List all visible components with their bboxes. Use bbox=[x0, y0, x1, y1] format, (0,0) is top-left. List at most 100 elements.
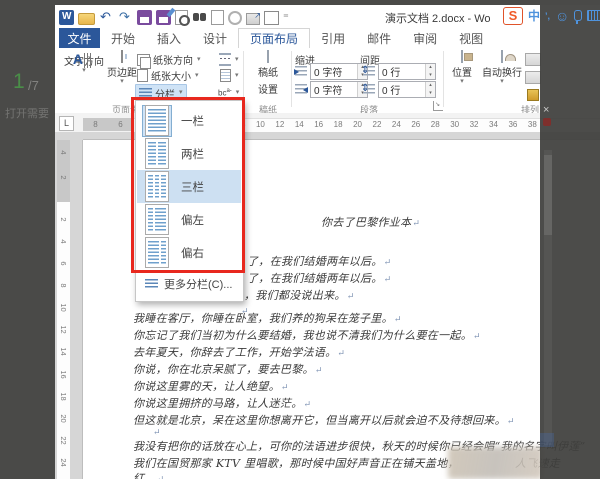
breaks-button[interactable]: ▾ bbox=[219, 52, 239, 67]
qat-icon[interactable] bbox=[175, 10, 188, 25]
spacing-after-input[interactable]: 0 行▴▾ bbox=[378, 81, 436, 98]
scroll-corner bbox=[540, 433, 554, 447]
paper-size-button[interactable]: 纸张大小 ▾ bbox=[137, 68, 199, 83]
ribbon-tab[interactable]: 设计 bbox=[192, 28, 238, 48]
align-objects-icon[interactable] bbox=[527, 89, 539, 101]
viewer-logo-icon bbox=[543, 118, 551, 126]
viewer-hint-text: 打开需要 bbox=[5, 105, 49, 121]
chevron-down-icon: ▾ bbox=[479, 79, 525, 85]
vertical-ruler-margin-numbers: 42 bbox=[57, 148, 70, 182]
text-line: 了，在我们结婚两年以后。↵ bbox=[247, 253, 391, 269]
ribbon-tab[interactable]: 邮件 bbox=[356, 28, 402, 48]
indent-left-icon bbox=[295, 66, 307, 78]
closing-line-3: 红。↵ bbox=[133, 470, 164, 479]
spacing-before-input[interactable]: 0 行▴▾ bbox=[378, 63, 436, 80]
chevron-down-icon: ▾ bbox=[107, 79, 137, 85]
ruler-numbers: 8101214161820222426283032343638 bbox=[241, 120, 537, 129]
ribbon-tab[interactable]: 插入 bbox=[146, 28, 192, 48]
paper-size-label: 纸张大小 bbox=[151, 68, 191, 83]
blurred-watermark-patch bbox=[448, 447, 543, 479]
orientation-button[interactable]: 纸张方向 ▾ bbox=[137, 52, 201, 67]
vertical-ruler: 42 24681012141618202224 bbox=[57, 140, 70, 479]
text-line: 你忘记了我们当初为什么要结婚，我也说不清我们为什么要在一起。↵ bbox=[133, 327, 515, 344]
stepper[interactable]: ▴▾ bbox=[425, 82, 435, 97]
position-button[interactable]: 位置 ▾ bbox=[447, 51, 477, 85]
keyboard-icon[interactable] bbox=[587, 10, 600, 21]
indent-left-input[interactable]: 0 字符▴▾ bbox=[310, 63, 368, 80]
close-icon[interactable]: × bbox=[543, 104, 549, 116]
qat-icon[interactable] bbox=[99, 10, 114, 25]
body-paragraph: 我睡在客厅，你睡在卧室，我们养的狗呆在笼子里。↵你忘记了我们当初为什么要结婚，我… bbox=[133, 310, 515, 429]
ime-emoji-icon[interactable]: ☺ bbox=[555, 9, 569, 23]
qat-icon[interactable] bbox=[283, 10, 298, 25]
group-separator bbox=[291, 51, 292, 107]
position-icon bbox=[461, 50, 463, 63]
spacing-after-icon bbox=[363, 84, 375, 96]
chevron-down-icon: ▾ bbox=[197, 57, 201, 63]
wrap-text-button[interactable]: 自动换行 ▾ bbox=[479, 51, 525, 85]
ime-language-mode[interactable]: 中 bbox=[528, 7, 540, 24]
document-title: 演示文档 2.docx - Wo bbox=[385, 10, 491, 26]
qat-icon[interactable] bbox=[192, 11, 207, 26]
qat-icon[interactable] bbox=[156, 10, 171, 25]
ribbon-tab[interactable]: 引用 bbox=[310, 28, 356, 48]
microphone-icon[interactable] bbox=[574, 10, 582, 21]
qat-icon[interactable] bbox=[228, 11, 242, 25]
text-line: 但这就是北京，呆在这里你想离开它，但当离开以后就会迫不及待想回来。↵ bbox=[133, 412, 515, 429]
ribbon-tab[interactable]: 视图 bbox=[448, 28, 494, 48]
chevron-down-icon: ▾ bbox=[447, 79, 477, 85]
grid-settings-icon bbox=[267, 50, 269, 63]
qat-icon[interactable] bbox=[264, 11, 279, 25]
text-line: 你说这里拥挤的马路，让人迷茫。↵ bbox=[133, 395, 515, 412]
qat-icon[interactable] bbox=[211, 10, 224, 25]
closing-line-2: 我们在国贸那家 KTV 里唱歌，那时候中国好声音正在铺天盖地， bbox=[133, 455, 459, 471]
text-line: 去年夏天，你辞去了工作，开始学法语。↵ bbox=[133, 344, 515, 361]
spacing-after-row: 0 行▴▾ bbox=[363, 82, 436, 97]
qat-icon[interactable] bbox=[78, 13, 95, 25]
text-line: 你说这里雾的天，让人绝望。↵ bbox=[133, 378, 515, 395]
more-columns-icon bbox=[145, 279, 158, 289]
ribbon-tab[interactable]: 开始 bbox=[100, 28, 146, 48]
more-columns-item[interactable]: 更多分栏(C)... bbox=[137, 271, 241, 297]
qat-icon[interactable] bbox=[246, 13, 260, 25]
margins-label: 页边距 bbox=[107, 64, 137, 79]
chevron-down-icon: ▾ bbox=[179, 90, 183, 96]
chevron-down-icon: ▾ bbox=[61, 68, 107, 74]
position-label: 位置 bbox=[447, 64, 477, 79]
text-line: 你说，你在北京呆腻了，要去巴黎。↵ bbox=[133, 361, 515, 378]
ime-toolbar: S 中 ’, ☺ bbox=[503, 6, 600, 25]
sogou-logo-icon[interactable]: S bbox=[503, 7, 523, 25]
ribbon-tab[interactable]: 审阅 bbox=[402, 28, 448, 48]
tab-selector[interactable]: L bbox=[59, 116, 74, 131]
ribbon-tab-strip: 文件 开始插入设计页面布局引用邮件审阅视图 bbox=[55, 28, 600, 49]
grid-settings-button[interactable]: 稿纸 设置 bbox=[246, 51, 290, 96]
stepper[interactable]: ▴▾ bbox=[425, 64, 435, 79]
margins-button[interactable]: 页边距 ▾ bbox=[107, 51, 137, 85]
ribbon-tab[interactable]: 页面布局 bbox=[238, 28, 310, 49]
ime-punctuation-icon[interactable]: ’, bbox=[545, 11, 550, 21]
vertical-ruler-numbers: 24681012141618202224 bbox=[57, 215, 70, 467]
group-separator bbox=[443, 51, 444, 107]
scrollbar-thumb[interactable] bbox=[544, 155, 552, 235]
left-overlay: 1 /7 打开需要 bbox=[0, 0, 55, 479]
more-columns-label: 更多分栏(C)... bbox=[164, 276, 232, 292]
paragraph-dialog-launcher[interactable] bbox=[433, 101, 443, 111]
grid-settings-label: 设置 bbox=[246, 81, 290, 96]
tab-file[interactable]: 文件 bbox=[59, 28, 100, 48]
bring-forward-icon[interactable] bbox=[525, 53, 541, 66]
send-backward-icon[interactable] bbox=[525, 71, 541, 84]
indent-right-row: 0 字符▴▾ bbox=[295, 82, 368, 97]
text-line: 了，在我们结婚两年以后。↵ bbox=[247, 270, 391, 286]
margins-icon bbox=[121, 50, 123, 63]
wrap-text-icon bbox=[501, 50, 503, 63]
line-numbers-icon bbox=[220, 69, 231, 82]
text-line: ，我们都没说出来。↵ bbox=[244, 287, 355, 303]
line-numbers-button[interactable]: ▾ bbox=[220, 68, 239, 83]
qat-icon[interactable] bbox=[137, 10, 152, 25]
qat-icon[interactable] bbox=[118, 10, 133, 25]
text-direction-button[interactable]: 文字方向 ▾ bbox=[61, 51, 107, 74]
chevron-down-icon: ▾ bbox=[235, 57, 239, 63]
chevron-down-icon: ▾ bbox=[235, 73, 239, 79]
indent-right-input[interactable]: 0 字符▴▾ bbox=[310, 81, 368, 98]
qat-icon[interactable] bbox=[59, 10, 74, 25]
